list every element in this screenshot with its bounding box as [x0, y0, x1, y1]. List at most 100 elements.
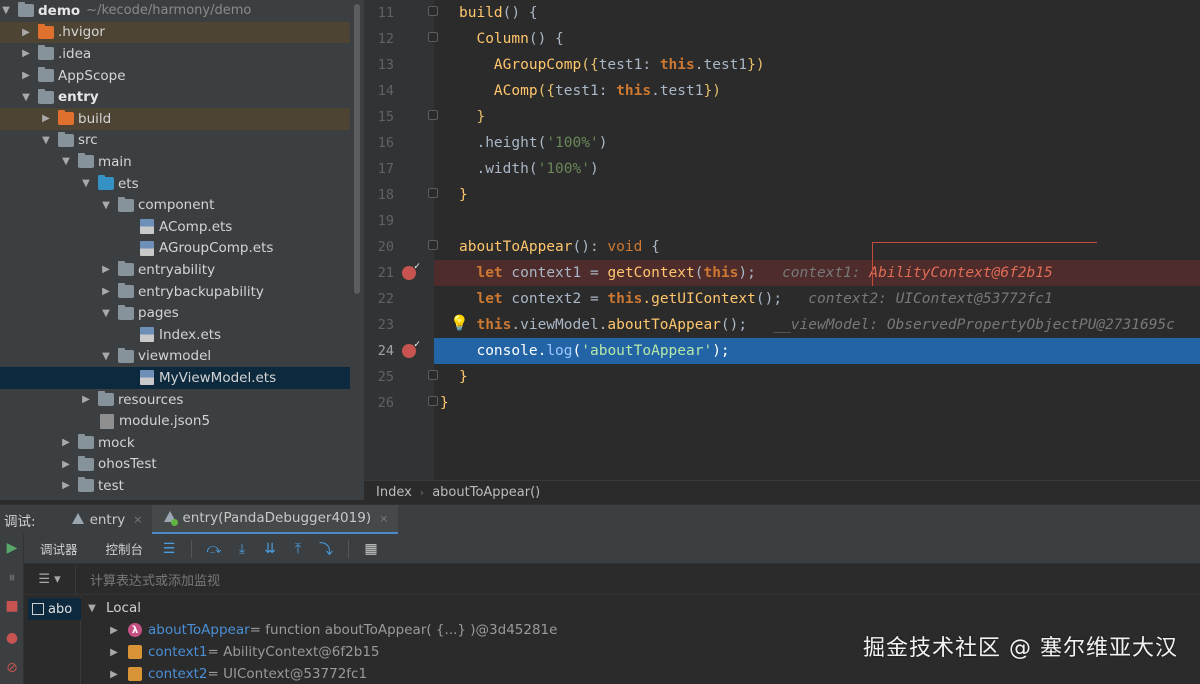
evaluate-expression-icon[interactable]: ▦ [361, 539, 381, 559]
chevron-right-icon[interactable]: ▶ [80, 393, 92, 407]
breadcrumb-item-file[interactable]: Index [376, 485, 412, 500]
chevron-right-icon[interactable]: ▶ [60, 479, 72, 493]
tree-item-module-json5[interactable]: module.json5 [0, 410, 350, 432]
chevron-right-icon[interactable]: ▶ [20, 47, 32, 61]
resume-icon[interactable]: ▶ [4, 540, 20, 556]
frames-menu-icon[interactable]: ☰ ▾ [24, 564, 76, 595]
tree-item-test[interactable]: ▶ test [0, 475, 350, 497]
chevron-right-icon[interactable]: ▶ [60, 457, 72, 471]
tree-item-agroupcomp[interactable]: AGroupComp.ets [0, 238, 350, 260]
code-editor[interactable]: 11 12 13 14 15 16 17 18 19 20 21 22 23 2… [364, 0, 1200, 480]
debug-tab-panda-debugger[interactable]: entry(PandaDebugger4019) × [152, 504, 399, 535]
variable-row[interactable]: ▶ λ aboutToAppear = function aboutToAppe… [108, 619, 557, 641]
breakpoint-icon[interactable] [402, 261, 420, 280]
step-out-icon[interactable]: ⤒ [288, 539, 308, 559]
variable-row[interactable]: ▶ context2 = UIContext@53772fc1 [108, 663, 367, 684]
code-line-18[interactable]: } [434, 182, 1200, 208]
tab-console[interactable]: 控制台 [90, 539, 156, 558]
step-into-icon[interactable]: ⤓ [232, 539, 252, 559]
code-line-24-current[interactable]: console.log('aboutToAppear'); [434, 338, 1200, 364]
tree-item-myviewmodel[interactable]: MyViewModel.ets [0, 367, 350, 389]
tree-scrollbar[interactable] [354, 4, 360, 294]
folder-orange-icon [38, 23, 54, 39]
pause-icon[interactable]: ⏸ [4, 570, 20, 586]
chevron-down-icon[interactable]: ▼ [40, 133, 52, 147]
code-line-19[interactable] [434, 208, 1200, 234]
code-line-26[interactable]: } [434, 390, 1200, 416]
code-line-12[interactable]: Column() { [434, 26, 1200, 52]
close-icon[interactable]: × [133, 513, 142, 526]
tree-item-label: viewmodel [138, 348, 212, 365]
tree-item-viewmodel[interactable]: ▼ viewmodel [0, 346, 350, 368]
mute-breakpoints-icon[interactable]: ⊘ [4, 660, 20, 676]
tree-item-label: module.json5 [119, 413, 211, 430]
tree-item-resources[interactable]: ▶ resources [0, 389, 350, 411]
code-line-13[interactable]: AGroupComp({test1: this.test1}) [434, 52, 1200, 78]
chevron-right-icon[interactable]: ▶ [108, 645, 120, 659]
tree-item-pages[interactable]: ▼ pages [0, 302, 350, 324]
tree-item-appscope[interactable]: ▶ AppScope [0, 65, 350, 87]
code-line-25[interactable]: } [434, 364, 1200, 390]
tree-item-src[interactable]: ▼ src [0, 130, 350, 152]
chevron-down-icon[interactable]: ▼ [100, 198, 112, 212]
variable-row[interactable]: ▶ context1 = AbilityContext@6f2b15 [108, 641, 379, 663]
chevron-right-icon[interactable]: ▶ [108, 623, 120, 637]
chevron-down-icon[interactable]: ▼ [60, 155, 72, 169]
tree-item-mock[interactable]: ▶ mock [0, 432, 350, 454]
chevron-down-icon[interactable]: ▼ [20, 90, 32, 104]
tree-item-entryability[interactable]: ▶ entryability [0, 259, 350, 281]
tab-debugger[interactable]: 调试器 [24, 539, 90, 558]
tree-item-main[interactable]: ▼ main [0, 151, 350, 173]
chevron-right-icon[interactable]: ▶ [100, 285, 112, 299]
lightbulb-icon[interactable]: 💡 [450, 314, 469, 332]
code-line-23[interactable]: this.viewModel.aboutToAppear(); __viewMo… [434, 312, 1200, 338]
code-line-22[interactable]: let context2 = this.getUIContext(); cont… [434, 286, 1200, 312]
code-line-15[interactable]: } [434, 104, 1200, 130]
tree-item-component[interactable]: ▼ component [0, 194, 350, 216]
chevron-right-icon[interactable]: ▶ [20, 25, 32, 39]
chevron-right-icon[interactable]: ▶ [40, 112, 52, 126]
tree-item-ohostest[interactable]: ▶ ohosTest [0, 454, 350, 476]
evaluate-expression-input[interactable]: 计算表达式或添加监视 [76, 570, 220, 589]
variable-group-local[interactable]: ▼ Local [86, 597, 141, 619]
close-icon[interactable]: × [379, 512, 388, 525]
layout-menu-icon[interactable]: ☰ [159, 539, 179, 559]
code-line-17[interactable]: .width('100%') [434, 156, 1200, 182]
chevron-down-icon[interactable]: ▼ [80, 177, 92, 191]
tree-item-entry[interactable]: ▼ entry [0, 86, 350, 108]
line-number-current: 24 [377, 343, 394, 359]
tree-item-entrybackupability[interactable]: ▶ entrybackupability [0, 281, 350, 303]
tree-item-hvigor[interactable]: ▶ .hvigor [0, 21, 350, 44]
chevron-down-icon[interactable]: ▼ [0, 4, 12, 18]
tree-root-label: demo [38, 2, 81, 19]
chevron-down-icon[interactable]: ▼ [100, 306, 112, 320]
chevron-down-icon[interactable]: ▼ [100, 349, 112, 363]
chevron-right-icon[interactable]: ▶ [108, 667, 120, 681]
tree-item-idea[interactable]: ▶ .idea [0, 43, 350, 65]
view-breakpoints-icon[interactable]: ● [4, 630, 20, 646]
chevron-right-icon[interactable]: ▶ [100, 263, 112, 277]
tree-item-ets[interactable]: ▼ ets [0, 173, 350, 195]
debug-tab-entry[interactable]: entry × [60, 505, 153, 535]
tree-item-index[interactable]: Index.ets [0, 324, 350, 346]
frame-item[interactable]: abo [28, 598, 81, 620]
tree-root-demo[interactable]: ▼ demo ~/kecode/harmony/demo [0, 0, 350, 22]
step-over-icon[interactable]: ⤼ [204, 539, 224, 559]
folder-icon [118, 196, 134, 212]
run-to-cursor-icon[interactable]: ⤵ [316, 539, 336, 559]
breadcrumb-item-function[interactable]: aboutToAppear() [432, 485, 540, 500]
code-line-14[interactable]: AComp({test1: this.test1}) [434, 78, 1200, 104]
code-line-11[interactable]: build() { [434, 0, 1200, 26]
chevron-down-icon[interactable]: ▼ [86, 601, 98, 615]
tree-item-acomp[interactable]: AComp.ets [0, 216, 350, 238]
stop-icon[interactable]: ■ [4, 598, 20, 614]
code-line-16[interactable]: .height('100%') [434, 130, 1200, 156]
chevron-right-icon[interactable]: ▶ [20, 69, 32, 83]
force-step-into-icon[interactable]: ⇊ [260, 539, 280, 559]
tree-item-label: main [98, 153, 132, 170]
line-number: 21 [377, 265, 394, 281]
breakpoint-icon[interactable] [402, 339, 420, 358]
chevron-right-icon[interactable]: ▶ [60, 436, 72, 450]
tree-item-build[interactable]: ▶ build [0, 108, 350, 130]
run-config-icon [70, 512, 84, 527]
